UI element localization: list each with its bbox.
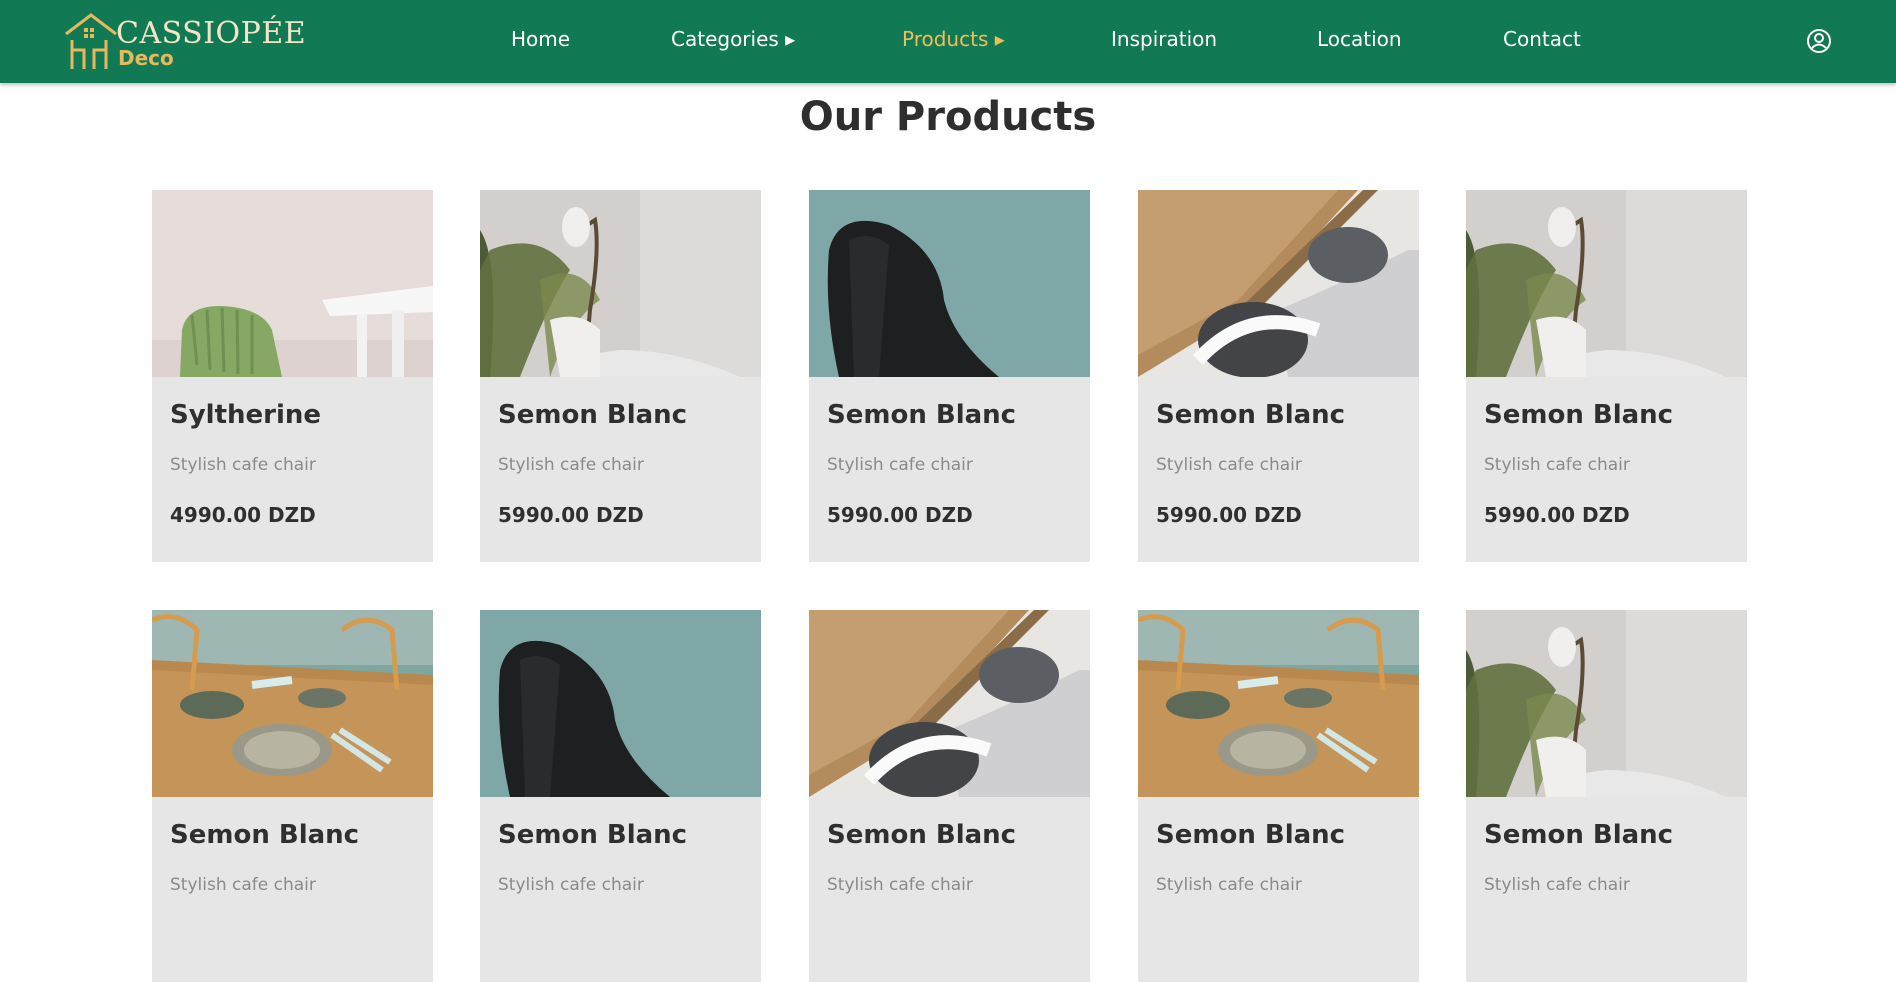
user-circle-icon[interactable] [1806, 28, 1832, 54]
product-card[interactable]: Semon Blanc Stylish cafe chair 5990.00 D… [1466, 190, 1747, 562]
nav-home[interactable]: Home [511, 27, 570, 51]
product-description: Stylish cafe chair [1156, 455, 1302, 475]
product-image [480, 610, 761, 797]
product-image [1138, 190, 1419, 377]
product-description: Stylish cafe chair [1484, 455, 1630, 475]
product-card[interactable]: Semon Blanc Stylish cafe chair [1138, 610, 1419, 982]
product-name: Syltherine [170, 400, 322, 430]
product-description: Stylish cafe chair [498, 875, 644, 895]
top-navigation-bar: CASSIOPÉE Deco Home Categories ▸ Product… [0, 0, 1896, 83]
product-card[interactable]: Semon Blanc Stylish cafe chair [152, 610, 433, 982]
product-description: Stylish cafe chair [827, 455, 973, 475]
product-name: Semon Blanc [827, 820, 1017, 850]
product-description: Stylish cafe chair [827, 875, 973, 895]
product-description: Stylish cafe chair [1156, 875, 1302, 895]
product-price: 5990.00 DZD [1484, 503, 1630, 527]
product-description: Stylish cafe chair [170, 455, 316, 475]
product-price: 5990.00 DZD [498, 503, 644, 527]
product-image [152, 610, 433, 797]
product-image [152, 190, 433, 377]
product-card[interactable]: Semon Blanc Stylish cafe chair 5990.00 D… [1138, 190, 1419, 562]
main-menu: Home Categories ▸ Products ▸ Inspiration… [0, 0, 1896, 83]
product-description: Stylish cafe chair [170, 875, 316, 895]
product-name: Semon Blanc [1484, 820, 1674, 850]
product-image [809, 190, 1090, 377]
product-name: Semon Blanc [1484, 400, 1674, 430]
product-description: Stylish cafe chair [498, 455, 644, 475]
product-name: Semon Blanc [1156, 400, 1346, 430]
nav-products[interactable]: Products ▸ [902, 27, 1005, 51]
nav-location[interactable]: Location [1317, 27, 1402, 51]
product-name: Semon Blanc [498, 400, 688, 430]
product-card[interactable]: Syltherine Stylish cafe chair 4990.00 DZ… [152, 190, 433, 562]
product-card[interactable]: Semon Blanc Stylish cafe chair 5990.00 D… [480, 190, 761, 562]
product-name: Semon Blanc [170, 820, 360, 850]
product-image [809, 610, 1090, 797]
product-description: Stylish cafe chair [1484, 875, 1630, 895]
product-image [1466, 610, 1747, 797]
product-card[interactable]: Semon Blanc Stylish cafe chair 5990.00 D… [809, 190, 1090, 562]
product-card[interactable]: Semon Blanc Stylish cafe chair [1466, 610, 1747, 982]
product-image [1138, 610, 1419, 797]
product-name: Semon Blanc [498, 820, 688, 850]
product-name: Semon Blanc [1156, 820, 1346, 850]
page-title: Our Products [799, 94, 1097, 140]
product-price: 4990.00 DZD [170, 503, 316, 527]
product-card[interactable]: Semon Blanc Stylish cafe chair [809, 610, 1090, 982]
nav-categories[interactable]: Categories ▸ [671, 27, 795, 51]
product-image [480, 190, 761, 377]
product-image [1466, 190, 1747, 377]
product-price: 5990.00 DZD [1156, 503, 1302, 527]
product-price: 5990.00 DZD [827, 503, 973, 527]
product-name: Semon Blanc [827, 400, 1017, 430]
product-card[interactable]: Semon Blanc Stylish cafe chair [480, 610, 761, 982]
nav-contact[interactable]: Contact [1503, 27, 1581, 51]
nav-inspiration[interactable]: Inspiration [1111, 27, 1217, 51]
